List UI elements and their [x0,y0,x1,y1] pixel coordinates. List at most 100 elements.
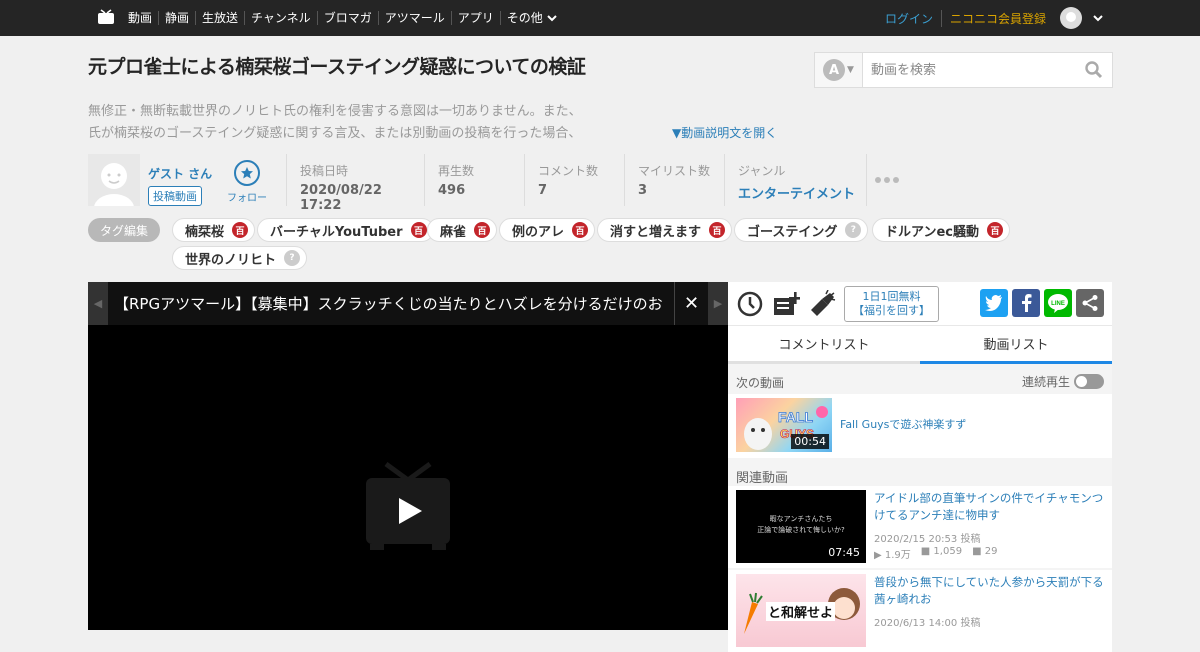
views-stat: ▶ 1.9万 [874,546,911,561]
video-thumbnail[interactable]: 暇なアンチさんたち 正論で論破されて悔しいか? 07:45 [736,490,866,563]
encyclopedia-icon[interactable]: 百 [572,222,589,238]
play-icon: ▶ [874,550,885,561]
related-video-stats: ▶ 1.9万 ■ 1,059 ■ 29 [874,546,997,561]
nav-item-blomaga[interactable]: ブロマガ [316,11,378,25]
tag[interactable]: バーチャルYouTuber 百 [257,218,434,242]
related-video-card[interactable]: 暇なアンチさんたち 正論で論破されて悔しいか? 07:45 アイドル部の直筆サイ… [728,486,1112,568]
next-arrow-icon[interactable]: ▶ [708,282,728,325]
niconico-tv-logo-icon[interactable] [97,9,115,25]
next-video-title[interactable]: Fall Guysで遊ぶ神楽すず [840,416,966,433]
autoplay-toggle[interactable]: 連続再生 [1022,373,1104,390]
meta-value: 7 [538,183,548,198]
line-share-icon[interactable]: LINE [1044,289,1072,317]
meta-label: 投稿日時 [300,164,349,178]
tab-video-list[interactable]: 動画リスト [920,326,1112,364]
watch-later-icon[interactable] [736,290,764,318]
play-tv-icon[interactable] [366,462,450,552]
nav-item-more[interactable]: その他 [499,11,563,25]
video-player[interactable]: ◀ 【RPGアツマール】【募集中】スクラッチくじの当たりとハズレを分けるだけのお… [88,282,728,630]
video-thumbnail[interactable]: と和解せよ [736,574,866,647]
video-thumbnail[interactable]: FALL GUYS 00:54 [736,398,832,452]
search-icon [1085,61,1103,79]
more-options-icon[interactable] [866,154,899,206]
video-list: 次の動画 連続再生 FALL GUYS 00:54 Fall Guysで遊ぶ神楽… [728,364,1112,652]
encyclopedia-icon[interactable]: ? [284,250,301,266]
meta-label: ジャンル [738,164,786,178]
tag-label: 楠栞桜 [185,224,225,240]
side-tabs: コメントリスト 動画リスト [728,326,1112,364]
uploader-name[interactable]: ゲスト さん [148,165,212,182]
tag-label: 麻雀 [440,224,467,240]
login-link[interactable]: ログイン [885,9,942,27]
description-line: 氏が楠栞桜のゴーステイング疑惑に関する言及、または別動画の投稿を行った場合、 [88,126,582,141]
ad-text[interactable]: 【RPGアツマール】【募集中】スクラッチくじの当たりとハズレを分けるだけのお [108,293,674,314]
tag-label: 例のアレ [512,224,565,240]
lottery-button[interactable]: 1日1回無料 【福引を回す】 [844,286,939,322]
user-avatar[interactable] [1060,7,1082,29]
nav-item-channel[interactable]: チャンネル [244,11,317,25]
uploader-videos-button[interactable]: 投稿動画 [148,186,202,206]
genre-link[interactable]: エンターテイメント [738,183,866,202]
share-icon[interactable] [1076,289,1104,317]
thumbnail-text: 暇なアンチさんたち [769,515,833,523]
twitter-share-icon[interactable] [980,289,1008,317]
tag[interactable]: 消すと増えます百 [597,218,733,242]
views-count: 1.9万 [884,550,911,561]
search-mode-selector[interactable]: A ▼ [815,53,863,87]
facebook-share-icon[interactable] [1012,289,1040,317]
video-duration: 00:54 [791,434,829,449]
nav-item-video[interactable]: 動画 [122,11,158,25]
comments-stat: ■ 1,059 [921,546,962,561]
mylists-stat: ■ 29 [972,546,997,561]
next-video-card[interactable]: FALL GUYS 00:54 Fall Guysで遊ぶ神楽すず [728,394,1112,458]
related-video-title[interactable]: 普段から無下にしていた人参から天罰が下る 茜ヶ崎れお [874,574,1104,608]
ad-banner[interactable]: ◀ 【RPGアツマール】【募集中】スクラッチくじの当たりとハズレを分けるだけのお… [88,282,728,325]
meta-value: 496 [438,183,466,198]
nicoad-megaphone-icon[interactable] [808,290,836,318]
open-description-link[interactable]: ▼動画説明文を開く [672,124,777,141]
meta-posted: 投稿日時 2020/08/22 17:22 [286,154,424,213]
title-line: 茜ヶ崎れお [874,592,932,606]
prev-arrow-icon[interactable]: ◀ [88,282,108,325]
tag[interactable]: ゴーステイング? [734,218,869,242]
tag-label: バーチャルYouTuber [270,224,403,240]
related-video-card[interactable]: と和解せよ 普段から無下にしていた人参から天罰が下る 茜ヶ崎れお 2020/6/… [728,570,1112,652]
tag[interactable]: ドルアンec騒動百 [872,218,1011,242]
uploader-avatar[interactable] [88,154,140,206]
chevron-down-icon[interactable] [1092,12,1104,24]
tag[interactable]: 楠栞桜百 [172,218,256,242]
encyclopedia-icon[interactable]: 百 [474,222,491,238]
thumbnail-text: 正論で論破されて悔しいか? [757,526,845,534]
title-line: 普段から無下にしていた人参から天罰が下る [874,575,1104,589]
toggle-switch[interactable] [1074,374,1104,389]
svg-text:FALL: FALL [778,409,813,425]
register-link[interactable]: ニコニコ会員登録 [942,10,1054,27]
guest-avatar-icon [94,163,134,206]
nav-item-live[interactable]: 生放送 [195,11,244,25]
tag[interactable]: 世界のノリヒト? [172,246,308,270]
tag-edit-button[interactable]: タグ編集 [88,218,160,242]
tag[interactable]: 例のアレ百 [499,218,596,242]
meta-genre: ジャンル エンターテイメント [724,154,866,206]
meta-views: 再生数 496 [424,154,524,206]
top-navigation-bar: 動画 静画 生放送 チャンネル ブロマガ アツマール アプリ その他 ログイン … [0,0,1200,36]
add-mylist-icon[interactable] [772,290,800,318]
nav-item-app[interactable]: アプリ [450,11,500,25]
encyclopedia-icon[interactable]: ? [845,222,862,238]
encyclopedia-icon[interactable]: 百 [709,222,726,238]
search-button[interactable] [1080,56,1108,84]
tag[interactable]: 麻雀百 [427,218,498,242]
search-input[interactable] [863,53,1080,87]
encyclopedia-icon[interactable]: 百 [232,222,249,238]
related-video-title[interactable]: アイドル部の直筆サインの件でイチャモンつ けてるアンチ達に物申す [874,490,1104,524]
close-icon[interactable]: ✕ [674,282,708,325]
nav-item-atsumaru[interactable]: アツマール [377,11,451,25]
follow-button[interactable]: フォロー [222,160,272,204]
tab-comment-list[interactable]: コメントリスト [728,326,920,364]
encyclopedia-icon[interactable]: 百 [410,222,427,238]
video-duration: 07:45 [825,545,863,560]
description-line: 無修正・無断転載世界のノリヒト氏の権利を侵害する意図は一切ありません。また、 [88,104,582,119]
mylists-count: 29 [984,546,998,557]
nav-item-seiga[interactable]: 静画 [158,11,195,25]
encyclopedia-icon[interactable]: 百 [987,222,1004,238]
